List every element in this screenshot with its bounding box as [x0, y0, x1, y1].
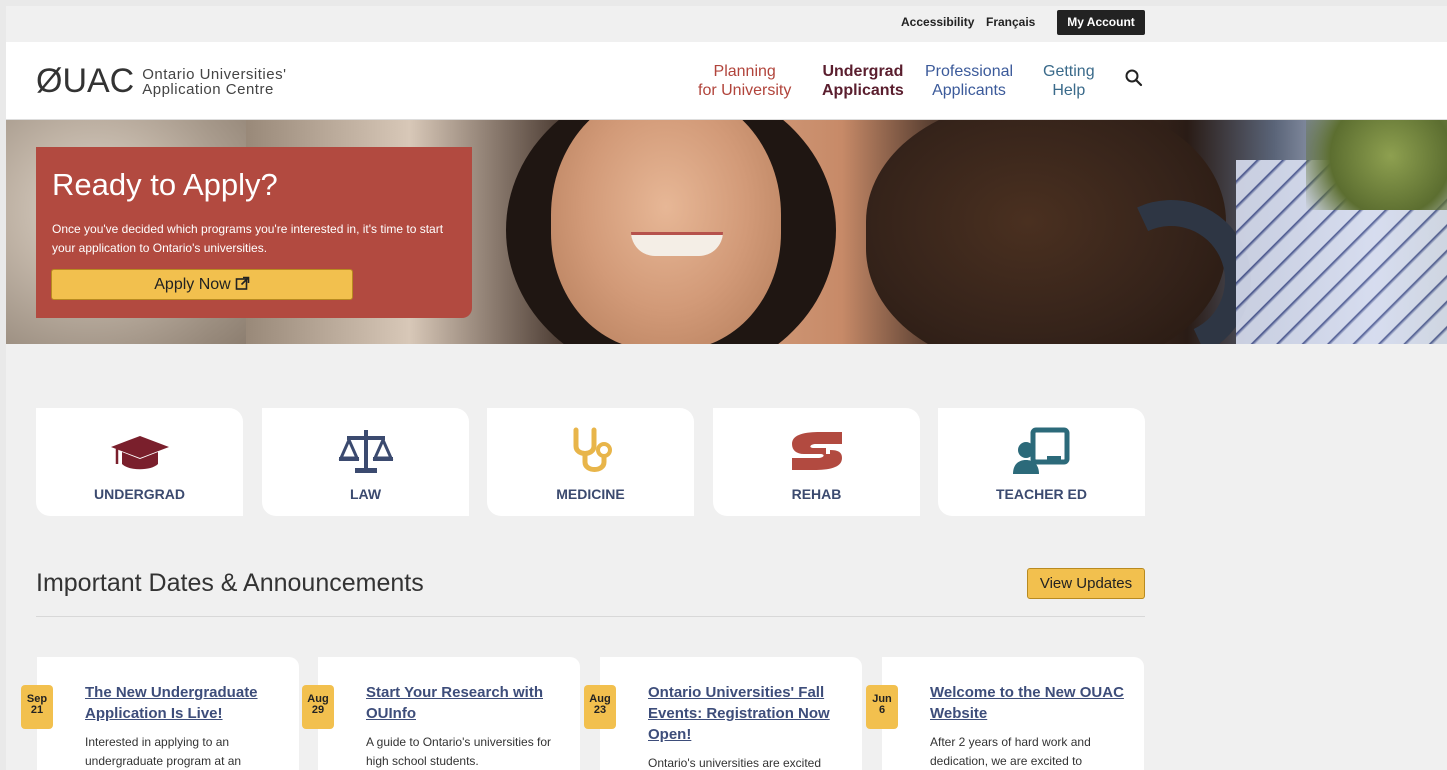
- teacher-board-icon: [1012, 427, 1069, 474]
- date-day: 23: [593, 704, 607, 716]
- announcement-excerpt: After 2 years of hard work and dedicatio…: [930, 735, 1091, 768]
- announcement-title-link[interactable]: Ontario Universities' Fall Events: Regis…: [648, 682, 848, 745]
- nav-line-1: Professional: [925, 63, 1014, 80]
- nav-line-2: for University: [698, 82, 792, 99]
- announcement-card: Sep 21 The New Undergraduate Application …: [21, 657, 299, 770]
- announcement-card: Aug 23 Ontario Universities' Fall Events:…: [584, 657, 862, 770]
- date-day: 21: [30, 704, 44, 716]
- nav-line-1: Undergrad: [822, 63, 904, 80]
- nav-line-2: Applicants: [932, 82, 1006, 99]
- announcement-card: Jun 6 Welcome to the New OUAC Website Aft…: [866, 657, 1144, 770]
- date-badge: Aug 23: [584, 685, 616, 729]
- nav-line-1: Planning: [713, 63, 776, 80]
- category-tile-medicine[interactable]: MEDICINE: [487, 408, 694, 516]
- section-divider: [36, 616, 1145, 617]
- announcement-card: Aug 29 Start Your Research with OUInfo A …: [302, 657, 580, 770]
- nav-line-1: Getting: [1043, 63, 1095, 80]
- nav-professional-applicants[interactable]: Professional Applicants: [925, 62, 1013, 100]
- ready-to-apply-card: Ready to Apply? Once you've decided whic…: [36, 147, 472, 318]
- scales-icon: [338, 430, 393, 473]
- ouac-logo[interactable]: ØUAC Ontario Universities' Application C…: [36, 62, 286, 101]
- announcement-title-link[interactable]: The New Undergraduate Application Is Liv…: [85, 682, 285, 724]
- francais-link[interactable]: Français: [986, 15, 1035, 29]
- category-label: LAW: [349, 486, 382, 502]
- category-tile-teacher-ed[interactable]: TEACHER ED: [938, 408, 1145, 516]
- date-badge: Aug 29: [302, 685, 334, 729]
- hero-description: Once you've decided which programs you'r…: [52, 222, 444, 255]
- helping-hands-icon: [791, 432, 842, 470]
- category-tile-law[interactable]: LAW: [262, 408, 469, 516]
- announcement-title-link[interactable]: Start Your Research with OUInfo: [366, 682, 566, 724]
- logo-line-2: Application Centre: [142, 80, 274, 98]
- my-account-button[interactable]: My Account: [1057, 10, 1145, 35]
- stethoscope-icon: [573, 427, 612, 472]
- accessibility-link[interactable]: Accessibility: [901, 15, 974, 29]
- graduation-cap-icon: [110, 436, 169, 470]
- date-day: 6: [878, 704, 886, 716]
- category-label: REHAB: [791, 486, 842, 502]
- apply-now-label: Apply Now: [154, 276, 231, 293]
- hero-title: Ready to Apply?: [52, 167, 278, 202]
- nav-line-2: Applicants: [822, 82, 904, 99]
- date-day: 29: [311, 704, 325, 716]
- logo-mark: ØUAC: [36, 62, 135, 100]
- announcement-excerpt: A guide to Ontario's universities for hi…: [366, 735, 552, 768]
- category-label: MEDICINE: [556, 486, 625, 502]
- date-badge: Jun 6: [866, 685, 898, 729]
- category-label: TEACHER ED: [995, 486, 1087, 502]
- category-tile-rehab[interactable]: REHAB: [713, 408, 920, 516]
- search-icon[interactable]: [1124, 68, 1144, 88]
- nav-undergrad-applicants[interactable]: Undergrad Applicants: [822, 62, 904, 100]
- logo-text: Ontario Universities' Application Centre: [142, 67, 286, 97]
- announcements-heading: Important Dates & Announcements: [36, 569, 424, 597]
- nav-getting-help[interactable]: Getting Help: [1043, 62, 1095, 100]
- nav-planning-for-university[interactable]: Planning for University: [698, 62, 791, 100]
- announcement-title-link[interactable]: Welcome to the New OUAC Website: [930, 682, 1130, 724]
- date-badge: Sep 21: [21, 685, 53, 729]
- announcement-excerpt: Ontario's universities are excited: [648, 756, 822, 770]
- hero-photo-smile: [631, 232, 723, 256]
- site-header: ØUAC Ontario Universities' Application C…: [6, 42, 1447, 120]
- hero-photo-foliage: [1306, 120, 1447, 210]
- nav-line-2: Help: [1052, 82, 1086, 99]
- category-label: UNDERGRAD: [94, 486, 185, 502]
- utility-bar: Accessibility Français My Account: [6, 6, 1447, 42]
- announcement-excerpt: Interested in applying to an undergradua…: [85, 735, 242, 768]
- external-link-icon: [235, 276, 250, 290]
- view-updates-button[interactable]: View Updates: [1027, 568, 1145, 599]
- apply-now-button[interactable]: Apply Now: [51, 269, 353, 300]
- category-tile-undergrad[interactable]: UNDERGRAD: [36, 408, 243, 516]
